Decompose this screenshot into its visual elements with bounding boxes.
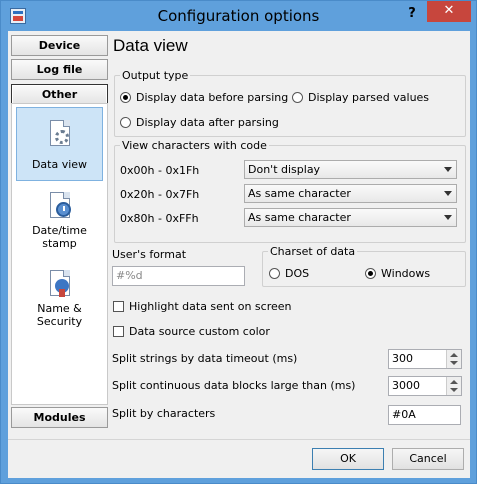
help-button[interactable]: ? (401, 3, 423, 25)
split-chars-input[interactable]: #0A (388, 405, 461, 425)
page-title: Data view (113, 36, 188, 55)
gear-document-icon (46, 120, 74, 150)
nav-item-label: Date/time stamp (32, 224, 87, 250)
output-type-legend: Output type (122, 69, 189, 82)
radio-label: Display data before parsing (136, 91, 289, 104)
nav-item-data-view[interactable]: Data view (16, 107, 103, 181)
range-select-80-ff[interactable]: As same character (244, 208, 457, 227)
range-label-20-7f: 0x20h - 0x7Fh (120, 188, 200, 201)
checkbox-label: Highlight data sent on screen (129, 300, 292, 313)
select-value: As same character (248, 211, 351, 224)
cancel-button[interactable]: Cancel (392, 448, 464, 470)
radio-dot[interactable] (292, 92, 303, 103)
title-bar[interactable]: Configuration options ? ✕ (1, 1, 476, 31)
nav-log-file-button[interactable]: Log file (11, 59, 108, 80)
radio-charset-dos[interactable]: DOS (269, 267, 309, 280)
nav-item-label: Data view (31, 158, 88, 171)
lock-document-icon (46, 270, 74, 300)
nav-device-button[interactable]: Device (11, 35, 108, 56)
checkbox-custom-color[interactable]: Data source custom color (113, 325, 270, 338)
radio-dot[interactable] (365, 268, 376, 279)
charset-group: Charset of data (262, 245, 466, 287)
split-chars-label: Split by characters (112, 407, 216, 420)
radio-label: Display data after parsing (136, 116, 279, 129)
radio-dot[interactable] (120, 92, 131, 103)
nav-item-name-security[interactable]: Name & Security (16, 270, 103, 334)
chevron-up-icon[interactable] (450, 380, 458, 384)
chevron-down-icon[interactable] (450, 361, 458, 365)
checkbox-box[interactable] (113, 326, 124, 337)
close-button[interactable]: ✕ (427, 1, 471, 22)
select-value: Don't display (248, 163, 321, 176)
range-select-00-1f[interactable]: Don't display (244, 160, 457, 179)
chevron-down-icon (444, 215, 452, 220)
split-blocks-stepper[interactable]: 3000 (388, 376, 462, 396)
checkbox-highlight-data[interactable]: Highlight data sent on screen (113, 300, 291, 313)
clock-document-icon (46, 192, 74, 222)
nav-modules-button[interactable]: Modules (11, 407, 108, 428)
dialog-client: Device Log file Other Data view Date/tim… (8, 31, 470, 478)
footer-divider (8, 439, 470, 440)
radio-dot[interactable] (269, 268, 280, 279)
stepper-value: 300 (392, 352, 413, 365)
split-timeout-stepper[interactable]: 300 (388, 349, 462, 369)
stepper-value: 3000 (392, 379, 420, 392)
nav-item-date-time-stamp[interactable]: Date/time stamp (16, 192, 103, 256)
configuration-window: Configuration options ? ✕ Device Log fil… (0, 0, 477, 484)
ok-button[interactable]: OK (312, 448, 384, 470)
chevron-down-icon (444, 191, 452, 196)
radio-label: DOS (285, 267, 310, 280)
checkbox-box[interactable] (113, 301, 124, 312)
chevron-down-icon[interactable] (450, 388, 458, 392)
stepper-arrows[interactable] (446, 350, 461, 368)
range-select-20-7f[interactable]: As same character (244, 184, 457, 203)
radio-charset-windows[interactable]: Windows (365, 267, 430, 280)
radio-display-before-parsing[interactable]: Display data before parsing (120, 91, 288, 104)
split-blocks-label: Split continuous data blocks large than … (112, 379, 356, 392)
view-characters-legend: View characters with code (122, 139, 267, 152)
user-format-input[interactable]: #%d (112, 266, 245, 286)
radio-label: Windows (381, 267, 431, 280)
nav-item-label: Name & Security (36, 302, 83, 328)
chevron-up-icon[interactable] (450, 353, 458, 357)
chevron-down-icon (444, 167, 452, 172)
select-value: As same character (248, 187, 351, 200)
split-timeout-label: Split strings by data timeout (ms) (112, 352, 298, 365)
radio-display-after-parsing[interactable]: Display data after parsing (120, 116, 279, 129)
radio-display-parsed-values[interactable]: Display parsed values (292, 91, 429, 104)
radio-label: Display parsed values (308, 91, 430, 104)
stepper-arrows[interactable] (446, 377, 461, 395)
checkbox-label: Data source custom color (129, 325, 270, 338)
nav-other-button[interactable]: Other (11, 84, 108, 105)
nav-other-panel: Data view Date/time stamp Name & Securit… (11, 103, 108, 405)
radio-dot[interactable] (120, 117, 131, 128)
range-label-00-1f: 0x00h - 0x1Fh (120, 164, 200, 177)
user-format-label: User's format (112, 248, 187, 261)
range-label-80-ff: 0x80h - 0xFFh (120, 212, 199, 225)
charset-legend: Charset of data (270, 245, 356, 258)
